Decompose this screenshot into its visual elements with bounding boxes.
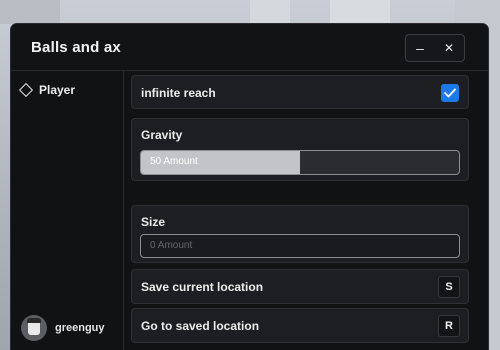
title-bar[interactable]: Balls and ax – ✕: [11, 24, 488, 71]
close-icon: ✕: [443, 41, 455, 55]
avatar: [21, 315, 47, 341]
size-input[interactable]: 0 Amount: [140, 234, 460, 258]
script-window: Balls and ax – ✕ Player greenguy infinit…: [11, 24, 488, 350]
size-input-placeholder: 0 Amount: [150, 240, 193, 251]
save-location-label: Save current location: [141, 280, 264, 294]
infinite-reach-checkbox[interactable]: [441, 84, 459, 102]
size-label: Size: [141, 215, 166, 229]
save-location-keybind[interactable]: S: [438, 276, 460, 298]
size-input-row: Size 0 Amount: [131, 205, 469, 263]
infinite-reach-toggle-row[interactable]: infinite reach: [131, 75, 469, 109]
save-location-button[interactable]: Save current location S: [131, 269, 469, 304]
infinite-reach-label: infinite reach: [141, 86, 216, 100]
gravity-value: 50 Amount: [150, 156, 198, 167]
window-controls: – ✕: [405, 34, 465, 62]
window-title: Balls and ax: [31, 39, 121, 56]
goto-location-keybind[interactable]: R: [438, 315, 460, 337]
sidebar: Player greenguy: [11, 71, 124, 350]
main-panel: infinite reach Gravity 50 Amount Size 0 …: [131, 71, 488, 350]
close-button[interactable]: ✕: [435, 35, 463, 61]
sidebar-item-label: Player: [39, 83, 76, 97]
sidebar-item-player[interactable]: Player: [18, 81, 76, 99]
gravity-slider[interactable]: 50 Amount: [140, 150, 460, 175]
user-profile: greenguy: [21, 315, 105, 341]
gravity-slider-row: Gravity 50 Amount: [131, 118, 469, 181]
minimize-button[interactable]: –: [406, 35, 434, 61]
minimize-icon: –: [416, 40, 424, 56]
goto-location-label: Go to saved location: [141, 319, 260, 333]
username: greenguy: [55, 322, 105, 334]
diamond-icon: [18, 82, 34, 98]
gravity-label: Gravity: [141, 128, 183, 142]
goto-location-button[interactable]: Go to saved location R: [131, 308, 469, 343]
checkmark-icon: [444, 88, 456, 98]
